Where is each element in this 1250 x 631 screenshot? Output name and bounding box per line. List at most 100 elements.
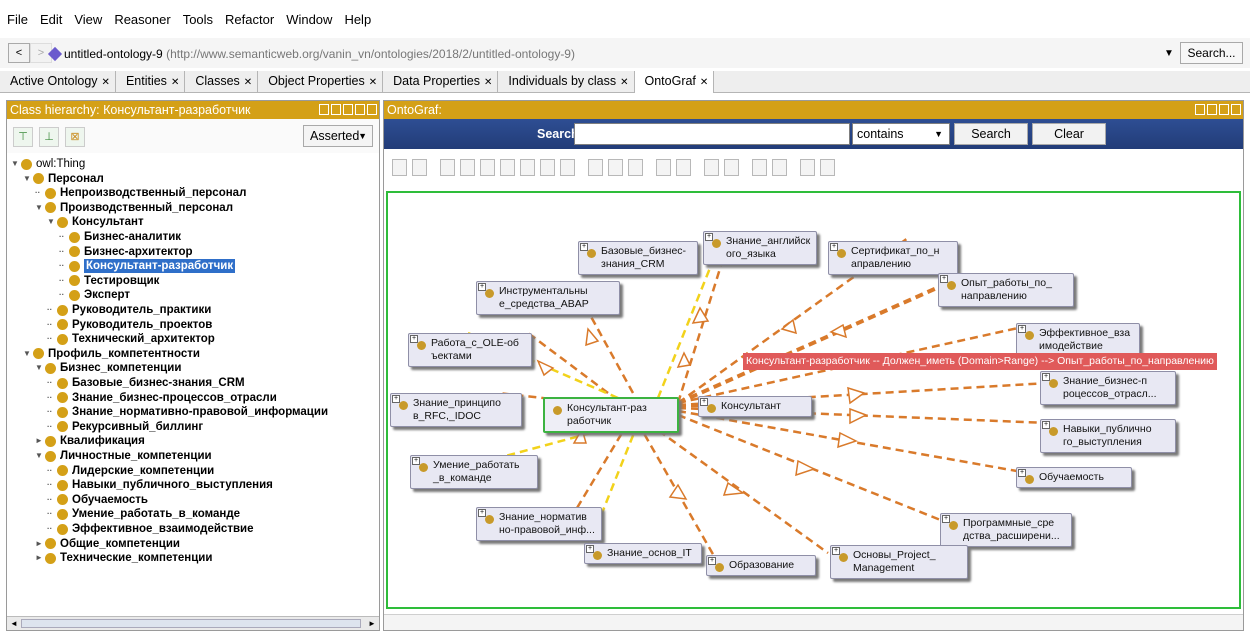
tab-data-properties[interactable]: Data Properties ✕	[383, 71, 499, 93]
tree-item[interactable]: ·· Рекурсивный_биллинг	[47, 420, 203, 434]
menu-file[interactable]: File	[7, 12, 28, 27]
panel-info-icon[interactable]	[319, 104, 329, 115]
save-icon[interactable]	[752, 159, 767, 176]
graph-node[interactable]: + Знание_норматив но-правовой_инф...	[476, 507, 602, 541]
close-icon[interactable]: ✕	[244, 77, 252, 88]
camera-icon[interactable]	[704, 159, 719, 176]
expand-icon[interactable]: +	[1042, 373, 1050, 381]
expand-icon[interactable]: +	[586, 545, 594, 553]
search-entities-button[interactable]: Search...	[1180, 42, 1243, 64]
open-folder-icon[interactable]	[772, 159, 787, 176]
close-icon[interactable]	[1231, 104, 1241, 115]
close-icon[interactable]: ✕	[171, 77, 179, 88]
tab-ontograf[interactable]: OntoGraf ✕	[634, 71, 715, 93]
expand-icon[interactable]: +	[705, 233, 713, 241]
tree-item[interactable]: ► Общие_компетенции	[35, 537, 180, 551]
graph-canvas[interactable]: + Базовые_бизнес-знания_CRM + Знание_англи…	[386, 191, 1241, 609]
zoom-in-icon[interactable]	[588, 159, 603, 176]
minimize-icon[interactable]	[1207, 104, 1217, 115]
tree-item[interactable]: ▼ Производственный_персонал	[35, 201, 233, 215]
tab-active-ontology[interactable]: Active Ontology ✕	[0, 71, 116, 93]
maximize-icon[interactable]	[355, 104, 365, 115]
expanded-toggle-icon[interactable]: ▼	[23, 347, 33, 361]
graph-node[interactable]: + Работа_с_OLE-об ъектами	[408, 333, 532, 367]
menu-help[interactable]: Help	[344, 12, 371, 27]
collapsed-toggle-icon[interactable]: ►	[35, 434, 45, 448]
graph-node[interactable]: + Образование	[706, 555, 816, 576]
tree-item[interactable]: ·· Эксперт	[59, 288, 130, 302]
horizontal-scrollbar[interactable]: ◄ ►	[7, 616, 379, 630]
expand-icon[interactable]: +	[940, 275, 948, 283]
tree-item[interactable]: ▼ Личностные_компетенции	[35, 449, 212, 463]
tab-classes[interactable]: Classes ✕	[185, 71, 259, 93]
remove-node-icon[interactable]	[412, 159, 427, 176]
tree-item[interactable]: ·· Навыки_публичного_выступления	[47, 478, 273, 492]
close-icon[interactable]: ✕	[102, 77, 110, 88]
expand-icon[interactable]: +	[410, 335, 418, 343]
delete-class-icon[interactable]: ⊠	[65, 127, 85, 147]
spring-layout-icon[interactable]	[480, 159, 495, 176]
expand-icon[interactable]: +	[1042, 421, 1050, 429]
menu-tools[interactable]: Tools	[183, 12, 213, 27]
menu-reasoner[interactable]: Reasoner	[114, 12, 170, 27]
radial-layout-icon[interactable]	[460, 159, 475, 176]
expand-icon[interactable]: +	[708, 557, 716, 565]
expand-icon[interactable]: +	[478, 283, 486, 291]
tree-item[interactable]: ·· Руководитель_практики	[47, 303, 211, 317]
expanded-toggle-icon[interactable]: ▼	[35, 201, 45, 215]
expand-icon[interactable]: +	[478, 509, 486, 517]
tree-item[interactable]: ·· Лидерские_компетенции	[47, 464, 214, 478]
expand-icon[interactable]: +	[700, 398, 708, 406]
tree-item[interactable]: ▼ Консультант	[47, 215, 144, 229]
match-mode-select[interactable]: contains ▼	[852, 123, 950, 145]
collapsed-toggle-icon[interactable]: ►	[35, 537, 45, 551]
clear-button[interactable]: Clear	[1032, 123, 1106, 145]
expand-icon[interactable]: +	[830, 243, 838, 251]
tree-item[interactable]: ·· Знание_бизнес-процессов_отрасли	[47, 391, 277, 405]
tree-item[interactable]: ▼ owl:Thing	[11, 157, 85, 171]
tree-item[interactable]: ▼ Персонал	[23, 172, 104, 186]
graph-node[interactable]: + Основы_Project_ Management	[830, 545, 968, 579]
maximize-icon[interactable]	[1219, 104, 1229, 115]
vertical-tree-icon[interactable]	[540, 159, 555, 176]
graph-node-center[interactable]: Консультант-раз работчик	[543, 397, 679, 433]
expand-icon[interactable]: +	[580, 243, 588, 251]
graph-node[interactable]: + Обучаемость	[1016, 467, 1132, 488]
tree-item[interactable]: ► Квалификация	[35, 434, 145, 448]
expanded-toggle-icon[interactable]: ▼	[35, 361, 45, 375]
collapsed-toggle-icon[interactable]: ►	[35, 551, 45, 565]
search-input[interactable]	[574, 123, 850, 145]
menu-edit[interactable]: Edit	[40, 12, 62, 27]
grid-layout-icon[interactable]	[440, 159, 455, 176]
graph-node[interactable]: + Эффективное_вза имодействие	[1016, 323, 1140, 355]
close-icon[interactable]: ✕	[369, 77, 377, 88]
graph-node[interactable]: + Знание_бизнес-п роцессов_отрасл...	[1040, 371, 1176, 405]
menu-view[interactable]: View	[74, 12, 102, 27]
tree-item[interactable]: ▼ Профиль_компетентности	[23, 347, 200, 361]
expanded-toggle-icon[interactable]: ▼	[35, 449, 45, 463]
tree-item[interactable]: ·· Тестировщик	[59, 274, 159, 288]
tree-item[interactable]: ·· Умение_работать_в_команде	[47, 507, 240, 521]
zoom-out-icon[interactable]	[608, 159, 623, 176]
graph-node[interactable]: + Сертификат_по_н аправлению	[828, 241, 958, 275]
tree-item[interactable]: ·· Обучаемость	[47, 493, 148, 507]
graph-node[interactable]: + Базовые_бизнес-знания_CRM	[578, 241, 698, 275]
tree-item[interactable]: ▼ Бизнес_компетенции	[35, 361, 181, 375]
close-icon[interactable]	[367, 104, 377, 115]
tree-item[interactable]: ·· Бизнес-аналитик	[59, 230, 181, 244]
menu-window[interactable]: Window	[286, 12, 332, 27]
home-icon[interactable]	[392, 159, 407, 176]
graph-node[interactable]: + Знание_английск ого_языка	[703, 231, 817, 265]
minimize-icon[interactable]	[343, 104, 353, 115]
tree-item[interactable]: ·· Непроизводственный_персонал	[35, 186, 246, 200]
zoom-fit-icon[interactable]	[628, 159, 643, 176]
tree-item[interactable]: ·· Бизнес-архитектор	[59, 245, 193, 259]
close-icon[interactable]: ✕	[484, 77, 492, 88]
address-dropdown-arrow-icon[interactable]: ▼	[1164, 48, 1174, 59]
expanded-toggle-icon[interactable]: ▼	[47, 215, 57, 229]
graph-node[interactable]: + Инструментальны е_средства_ABAP	[476, 281, 620, 315]
expanded-toggle-icon[interactable]: ▼	[23, 172, 33, 186]
scroll-left-icon[interactable]: ◄	[7, 617, 21, 630]
expand-icon[interactable]: +	[1018, 325, 1026, 333]
export-image-icon[interactable]	[724, 159, 739, 176]
